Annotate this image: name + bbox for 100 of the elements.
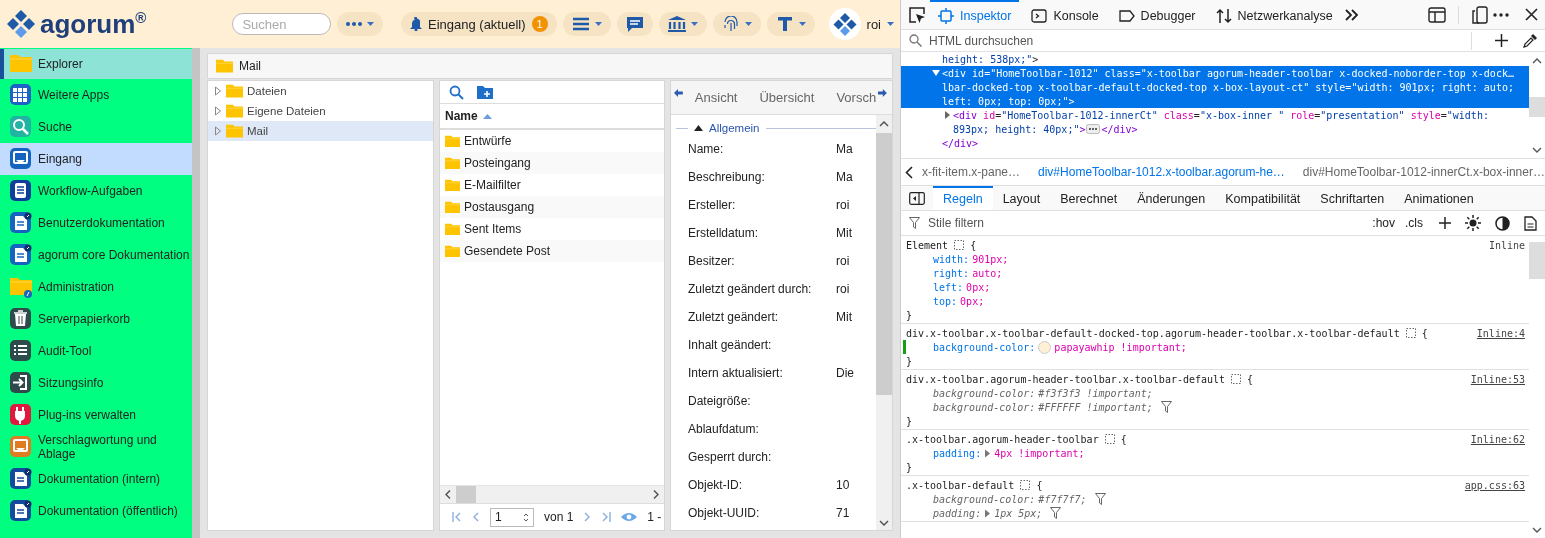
avatar-icon[interactable] bbox=[828, 8, 861, 40]
list-row[interactable]: Gesendete Post bbox=[440, 240, 664, 262]
sidebar-item[interactable]: Sitzungsinfo bbox=[0, 367, 192, 399]
horizontal-scrollbar[interactable] bbox=[440, 485, 664, 503]
tab[interactable]: Ansicht bbox=[694, 90, 738, 105]
tab[interactable]: Übersicht bbox=[759, 90, 815, 105]
folder-add-icon[interactable] bbox=[477, 85, 493, 99]
breadcrumb[interactable]: x-fit-item.x-pane… bbox=[922, 165, 1021, 179]
more-button[interactable] bbox=[337, 12, 384, 36]
source-link[interactable]: Inline:4 bbox=[1476, 327, 1525, 339]
document-icon[interactable] bbox=[1524, 215, 1537, 231]
user-menu[interactable]: roi bbox=[866, 16, 881, 32]
source-link[interactable]: Inline:53 bbox=[1470, 373, 1525, 385]
chevron-left-icon[interactable] bbox=[905, 165, 913, 179]
sidebar-item[interactable]: Suche bbox=[0, 111, 192, 143]
dotted-square-icon[interactable] bbox=[1020, 480, 1031, 490]
filter-icon[interactable] bbox=[1050, 507, 1062, 519]
filter-field[interactable]: Stile filtern bbox=[926, 215, 1365, 231]
list-row[interactable]: Entwürfe bbox=[440, 130, 664, 152]
sidebar-item[interactable]: Dokumentation (öffentlich) bbox=[0, 495, 192, 527]
search-icon[interactable] bbox=[449, 84, 464, 100]
dotted-square-icon[interactable] bbox=[954, 240, 965, 250]
devtools-tab[interactable]: Konsole bbox=[1023, 0, 1107, 30]
color-swatch[interactable] bbox=[1038, 340, 1052, 354]
contrast-icon[interactable] bbox=[1495, 215, 1510, 231]
toggle-button[interactable]: .cls bbox=[1403, 216, 1425, 230]
list-row[interactable]: Posteingang bbox=[440, 152, 664, 174]
collapsed-arrow-icon[interactable] bbox=[214, 86, 222, 96]
devtools-tab[interactable]: Inspektor bbox=[930, 0, 1020, 30]
filter-icon[interactable] bbox=[1094, 493, 1106, 505]
panel-tab[interactable]: Schriftarten bbox=[1310, 186, 1395, 210]
more-icon[interactable] bbox=[1493, 12, 1509, 17]
sidebar-item[interactable]: Eingang bbox=[0, 143, 192, 175]
list-row[interactable]: Sent Items bbox=[440, 218, 664, 240]
tree-item[interactable]: Eigene Dateien bbox=[208, 101, 433, 121]
plus-icon[interactable] bbox=[1439, 217, 1451, 229]
dotted-square-icon[interactable] bbox=[1405, 328, 1416, 338]
toolbar-button[interactable] bbox=[658, 12, 707, 36]
css-declaration[interactable]: background-color: #FFFFFF !important; bbox=[933, 401, 1153, 413]
scrollbar-thumb[interactable] bbox=[876, 133, 892, 395]
panel-tab[interactable]: Berechnet bbox=[1050, 186, 1128, 210]
sun-icon[interactable] bbox=[1465, 215, 1481, 231]
vertical-scrollbar[interactable] bbox=[876, 115, 892, 530]
panel-tab[interactable]: Animationen bbox=[1394, 186, 1484, 210]
sidebar-item[interactable]: Workflow-Aufgaben bbox=[0, 175, 192, 207]
panel-tab[interactable]: Layout bbox=[992, 186, 1051, 210]
sidebar-item[interactable]: Weitere Apps bbox=[0, 79, 192, 111]
spinner-icon[interactable] bbox=[523, 511, 529, 523]
css-declaration[interactable]: left: 0px; bbox=[933, 281, 991, 293]
scrollbar-thumb[interactable] bbox=[1529, 242, 1545, 279]
sidebar-item[interactable]: Serverpapierkorb bbox=[0, 303, 192, 335]
sidebar-toggle-icon[interactable] bbox=[909, 191, 925, 205]
breadcrumb[interactable]: div#HomeToolbar-1012.x-toolbar.agorum-he… bbox=[1038, 165, 1285, 179]
panel-tab[interactable]: Änderungen bbox=[1127, 186, 1216, 210]
collapse-icon[interactable] bbox=[694, 125, 703, 131]
breadcrumb[interactable]: div#HomeToolbar-1012-innerCt.x-box-inner… bbox=[1302, 165, 1545, 179]
css-declaration[interactable]: width: 901px; bbox=[933, 253, 1009, 265]
sidebar-item[interactable]: Audit-Tool bbox=[0, 335, 192, 367]
dotted-square-icon[interactable] bbox=[1104, 434, 1115, 444]
sidebar-item[interactable]: Verschlagwortung und Ablage bbox=[0, 431, 192, 463]
sidebar-item[interactable]: Benutzerdokumentation bbox=[0, 207, 192, 239]
arrow-left-icon[interactable] bbox=[674, 88, 683, 98]
devtools-tab[interactable]: Netzwerkanalyse bbox=[1207, 0, 1341, 30]
source-link[interactable]: app.css:63 bbox=[1464, 479, 1525, 491]
css-declaration[interactable]: right: auto; bbox=[933, 267, 1003, 279]
toggle-button[interactable]: :hov bbox=[1370, 216, 1397, 230]
toolbar-button[interactable] bbox=[766, 12, 815, 36]
source-link[interactable]: Inline:62 bbox=[1470, 433, 1525, 445]
breadcrumb[interactable]: Mail bbox=[239, 59, 261, 73]
filter-icon[interactable] bbox=[1160, 401, 1172, 413]
expanded-arrow-icon[interactable] bbox=[931, 68, 942, 78]
close-icon[interactable] bbox=[1525, 8, 1538, 21]
tree-item[interactable]: Dateien bbox=[208, 81, 433, 101]
panel-tab[interactable]: Kompatibilität bbox=[1215, 186, 1311, 210]
eyedropper-icon[interactable] bbox=[1523, 33, 1537, 48]
css-declaration[interactable]: padding: 1px 5px; bbox=[933, 507, 1043, 519]
dotted-square-icon[interactable] bbox=[1231, 374, 1242, 384]
plus-icon[interactable] bbox=[1495, 34, 1508, 47]
search-field[interactable]: HTML durchsuchen bbox=[927, 32, 1458, 49]
picker-icon[interactable] bbox=[908, 5, 926, 24]
chevron-double-icon[interactable] bbox=[1344, 8, 1359, 21]
sidebar-item[interactable]: Explorer bbox=[0, 49, 192, 79]
toolbar-button[interactable] bbox=[616, 12, 653, 36]
scrollbar-thumb[interactable] bbox=[456, 486, 476, 503]
css-declaration[interactable]: background-color: papayawhip !important; bbox=[933, 340, 1187, 354]
sidebar-item[interactable]: Dokumentation (intern) bbox=[0, 463, 192, 495]
column-header[interactable]: Name bbox=[440, 104, 664, 130]
collapsed-arrow-icon[interactable] bbox=[214, 126, 222, 136]
arrow-right-icon[interactable] bbox=[878, 88, 887, 98]
expand-arrow-icon[interactable] bbox=[984, 448, 992, 458]
ellipsis-icon[interactable] bbox=[1086, 124, 1101, 134]
list-row[interactable]: E-Mailfilter bbox=[440, 174, 664, 196]
css-declaration[interactable]: padding: 4px !important; bbox=[933, 447, 1085, 459]
layout-icon[interactable] bbox=[1428, 6, 1446, 23]
sidebar-item[interactable]: Administration bbox=[0, 271, 192, 303]
devtools-tab[interactable]: Debugger bbox=[1110, 0, 1204, 30]
scrollbar-thumb[interactable] bbox=[1529, 97, 1545, 117]
css-declaration[interactable]: background-color: #f3f3f3 !important; bbox=[933, 387, 1153, 399]
search-field[interactable]: Suchen bbox=[232, 13, 332, 35]
page-field[interactable]: 1 bbox=[490, 507, 534, 527]
